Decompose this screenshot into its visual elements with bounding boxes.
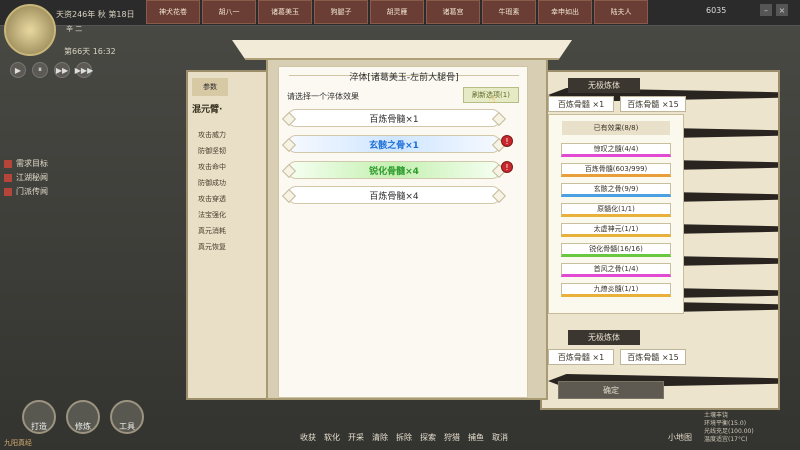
action-fish[interactable]: 捕鱼	[468, 432, 484, 443]
effects-title: 已有效果(8/8)	[562, 121, 670, 135]
panel-title: 混元臂·	[192, 105, 223, 115]
speed-controls: ▶ ⏸ ▶▶ ▶▶▶	[10, 62, 93, 78]
effect-item: 首风之骨(1/4)	[561, 263, 671, 277]
close-icon[interactable]: ×	[776, 4, 788, 16]
minimize-icon[interactable]: –	[760, 4, 772, 16]
tab-parameters[interactable]: 参数	[192, 78, 228, 96]
action-clear[interactable]: 清除	[372, 432, 388, 443]
material-cell[interactable]: 百炼骨髓 ×1	[548, 96, 614, 112]
flag-icon	[4, 173, 12, 182]
tempering-dialog: 淬体[诸葛美玉-左前大腿骨] 请选择一个淬体效果 刷新选项(1) ☝ 百炼骨髓×…	[278, 66, 528, 398]
action-hunt[interactable]: 狩猎	[444, 432, 460, 443]
pause-icon[interactable]: ⏸	[32, 62, 48, 78]
attribute-label: 真元消耗	[198, 227, 226, 235]
environment-status: 土壤丰饶 环境平衡(15.0) 光线充足(100.00) 温度适宜(17°C)	[704, 412, 754, 444]
option-button[interactable]: 百炼骨髓×1	[287, 109, 501, 127]
action-mine[interactable]: 开采	[348, 432, 364, 443]
character-tab[interactable]: 胡八一	[202, 0, 256, 24]
section-header: 无极炼体	[568, 78, 640, 93]
character-tabs: 神犬花卷 胡八一 诸葛美玉 狗腿子 胡灵雁 诸葛宫 牛瑕素 幸申如出 陆夫人	[146, 0, 648, 24]
side-link-label: 需求目标	[16, 159, 48, 168]
attribute-label: 真元恢复	[198, 243, 226, 251]
effect-item: 锐化骨髓(16/16)	[561, 243, 671, 257]
attribute-panel: 参数 混元臂· 攻击威力 防御坚韧 攻击命中 防御成功 攻击穿透 法宝强化 真元…	[186, 70, 276, 400]
attribute-label: 法宝强化	[198, 211, 226, 219]
character-tab[interactable]: 诸葛宫	[426, 0, 480, 24]
side-link-rumors[interactable]: 江湖秘闻	[4, 172, 48, 183]
top-right-icons: – ×	[760, 4, 788, 16]
option-button[interactable]: 锐化骨髓×4	[287, 161, 501, 179]
attribute-label: 攻击穿透	[198, 195, 226, 203]
effect-item: 太虚神元(1/1)	[561, 223, 671, 237]
tools-button[interactable]: 工具	[110, 400, 144, 434]
status-line: 温度适宜(17°C)	[704, 436, 748, 443]
action-bar: 收获 软化 开采 清除 拆除 探索 狩猎 捕鱼 取消	[300, 432, 508, 443]
attribute-label: 防御成功	[198, 179, 226, 187]
character-tab[interactable]: 胡灵雁	[370, 0, 424, 24]
sect-emblem-icon[interactable]	[4, 4, 56, 56]
date-label: 天资246年 秋 第18日	[56, 10, 135, 19]
corner-label: 九阳真经	[4, 439, 32, 447]
action-harvest[interactable]: 收获	[300, 432, 316, 443]
cultivate-button[interactable]: 修炼	[66, 400, 100, 434]
existing-effects-list: 已有效果(8/8) 惊叹之髓(4/4) 百炼骨髓(603/999) 玄骸之骨(9…	[548, 114, 684, 314]
action-cancel[interactable]: 取消	[492, 432, 508, 443]
character-tab[interactable]: 神犬花卷	[146, 0, 200, 24]
play-icon[interactable]: ▶	[10, 62, 26, 78]
effect-item: 玄骸之骨(9/9)	[561, 183, 671, 197]
section-header: 无极炼体	[568, 330, 640, 345]
effect-item: 原髓化(1/1)	[561, 203, 671, 217]
action-explore[interactable]: 探索	[420, 432, 436, 443]
effect-item: 惊叹之髓(4/4)	[561, 143, 671, 157]
flag-icon	[4, 187, 12, 196]
dialog-roof	[232, 40, 572, 60]
time-label: 第66天 16:32	[64, 47, 116, 56]
side-link-label: 门派传闻	[16, 187, 48, 196]
side-link-needs[interactable]: 需求目标	[4, 158, 48, 169]
material-cell[interactable]: 百炼骨髓 ×15	[620, 96, 686, 112]
attribute-label: 攻击命中	[198, 163, 226, 171]
status-line: 环境平衡(15.0)	[704, 420, 747, 427]
dialog-prompt: 请选择一个淬体效果	[287, 92, 359, 101]
attribute-label: 防御坚韧	[198, 147, 226, 155]
effect-item: 百炼骨髓(603/999)	[561, 163, 671, 177]
action-demolish[interactable]: 拆除	[396, 432, 412, 443]
material-cell[interactable]: 百炼骨髓 ×15	[620, 349, 686, 365]
warning-icon: !	[501, 161, 513, 173]
effect-item: 九燎炎髓(1/1)	[561, 283, 671, 297]
character-tab[interactable]: 诸葛美玉	[258, 0, 312, 24]
dialog-title: 淬体[诸葛美玉-左前大腿骨]	[349, 73, 459, 83]
option-button[interactable]: 百炼骨髓×4	[287, 186, 501, 204]
character-tab[interactable]: 狗腿子	[314, 0, 368, 24]
warning-icon: !	[501, 135, 513, 147]
option-button[interactable]: 玄骸之骨×1	[287, 135, 501, 153]
character-tab[interactable]: 牛瑕素	[482, 0, 536, 24]
flag-icon	[4, 159, 12, 168]
fastest-forward-icon[interactable]: ▶▶▶	[75, 62, 93, 78]
character-tab[interactable]: 幸申如出	[538, 0, 592, 24]
minimap-button[interactable]: 小地图	[668, 432, 692, 443]
confirm-button[interactable]: 确定	[558, 381, 664, 399]
money-counter: 6035	[706, 6, 727, 15]
side-link-sect[interactable]: 门派传闻	[4, 186, 48, 197]
side-link-label: 江湖秘闻	[16, 173, 48, 182]
hand-cursor-icon: ☝	[489, 93, 496, 106]
material-cell[interactable]: 百炼骨髓 ×1	[548, 349, 614, 365]
fast-forward-icon[interactable]: ▶▶	[54, 62, 70, 78]
craft-button[interactable]: 打造	[22, 400, 56, 434]
date-sub-label: 辛 二	[66, 25, 83, 33]
status-line: 光线充足(100.00)	[704, 428, 754, 435]
character-tab[interactable]: 陆夫人	[594, 0, 648, 24]
attribute-label: 攻击威力	[198, 131, 226, 139]
status-line: 土壤丰饶	[704, 412, 729, 419]
attribute-list: 攻击威力 防御坚韧 攻击命中 防御成功 攻击穿透 法宝强化 真元消耗 真元恢复	[198, 130, 226, 252]
action-soften[interactable]: 软化	[324, 432, 340, 443]
